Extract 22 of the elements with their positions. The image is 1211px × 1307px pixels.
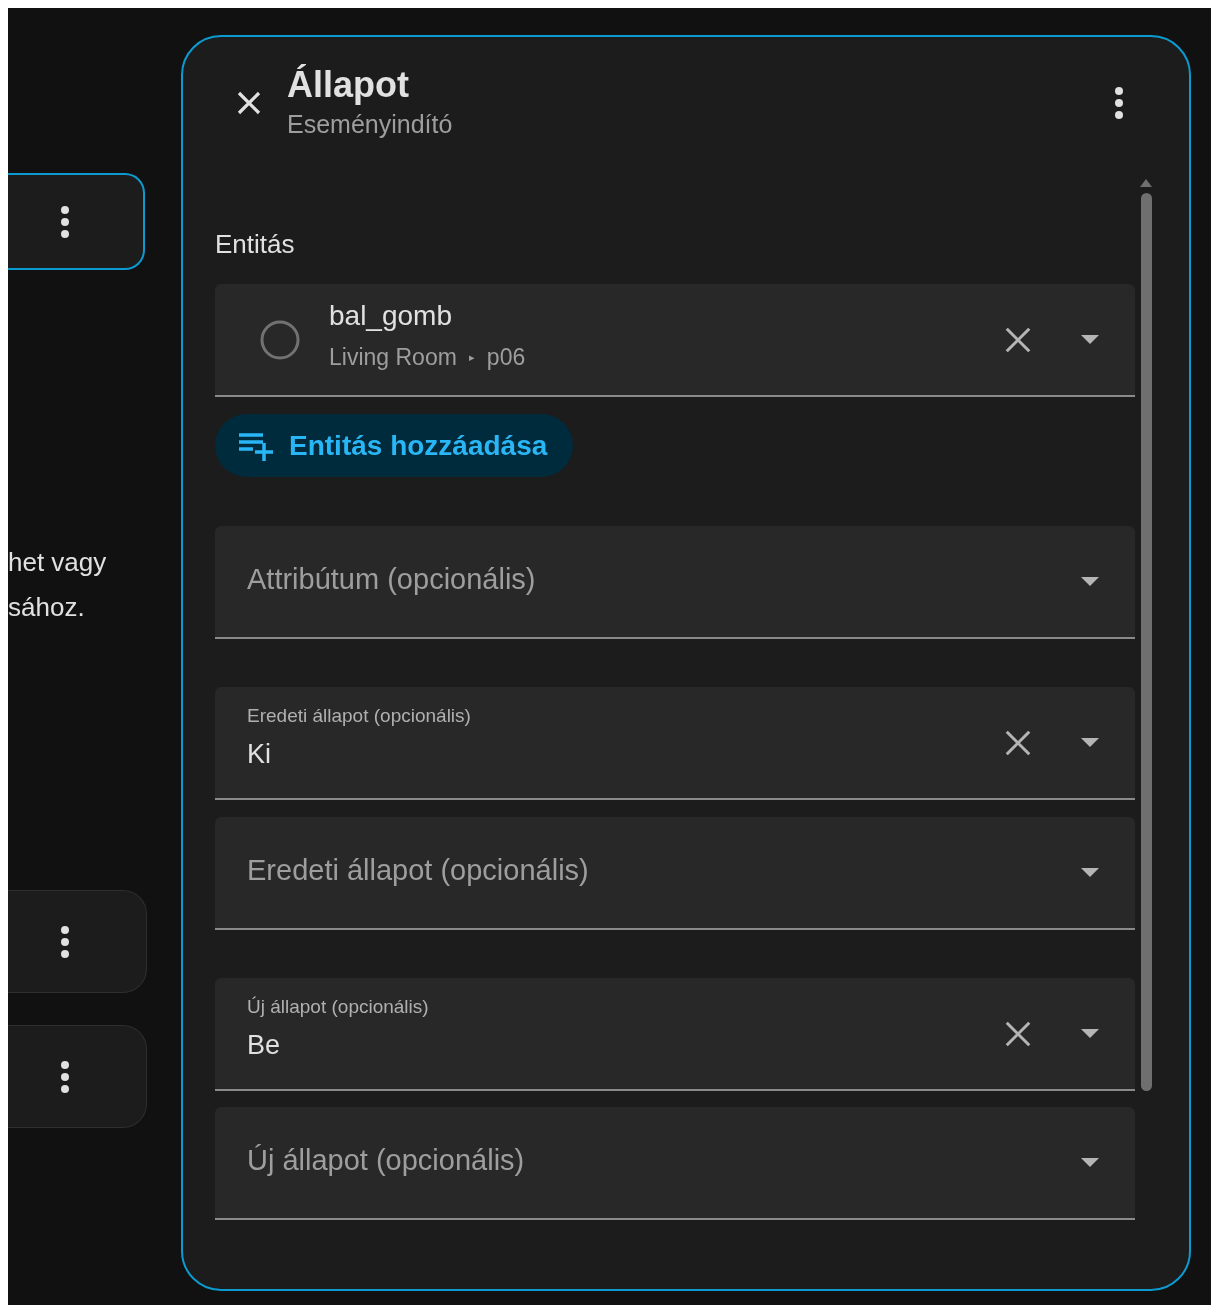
select-field[interactable]: Attribútum (opcionális) [215, 526, 1135, 639]
field-label: Új állapot (opcionális) [247, 994, 430, 1019]
select-field[interactable]: Új állapot (opcionális) [215, 1107, 1135, 1220]
field-value: Ki [247, 737, 272, 770]
field-placeholder: Attribútum (opcionális) [247, 561, 537, 597]
dialog-subtitle: Eseményindító [287, 109, 453, 140]
select-field[interactable]: Új állapot (opcionális) Be [215, 978, 1135, 1091]
section-label: Entitás [215, 228, 296, 261]
entity-device: p06 [486, 343, 526, 373]
description-text: het vagy sához. [8, 546, 108, 624]
field-label: Eredeti állapot (opcionális) [247, 703, 472, 728]
add-entity-button[interactable]: Entitás hozzáadása [215, 414, 574, 477]
dialog-title: Állapot [287, 63, 410, 107]
select-field[interactable]: Eredeti állapot (opcionális) [215, 817, 1135, 930]
breadcrumb-separator: ▸ [468, 350, 475, 366]
field-value: Be [247, 1028, 282, 1061]
entity-picker[interactable]: bal_gomb Living Room ▸ p06 [215, 284, 1135, 397]
entity-name: bal_gomb [329, 299, 453, 334]
select-field[interactable]: Eredeti állapot (opcionális) Ki [215, 687, 1135, 800]
entity-area: Living Room [329, 340, 457, 375]
field-placeholder: Eredeti állapot (opcionális) [247, 852, 590, 888]
field-placeholder: Új állapot (opcionális) [247, 1142, 526, 1178]
